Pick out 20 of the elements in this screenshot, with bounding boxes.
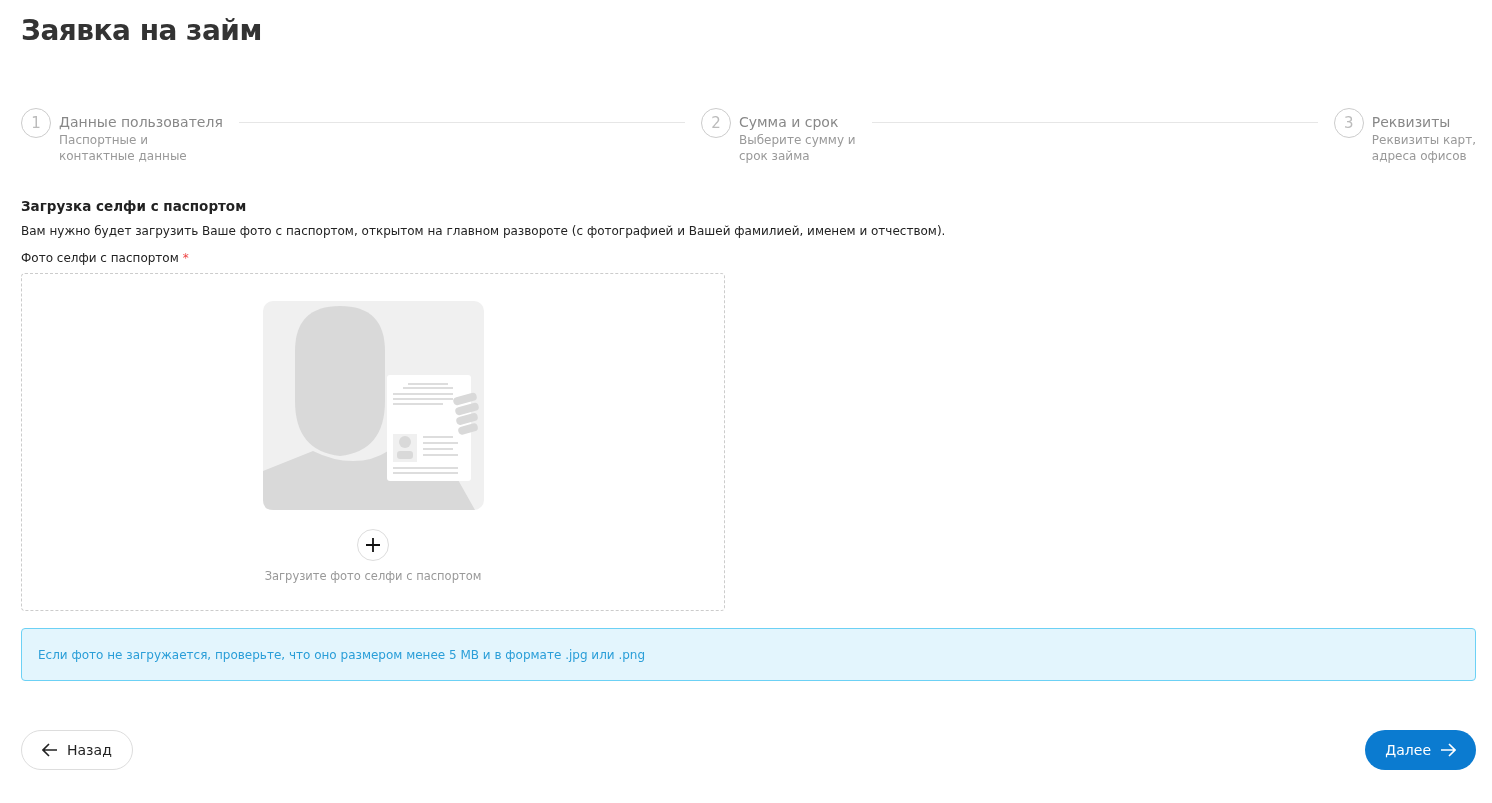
field-label: Фото селфи с паспортом <box>21 251 179 265</box>
page-title: Заявка на займ <box>21 13 263 49</box>
step-title: Реквизиты <box>1371 114 1451 130</box>
step-subtitle: Паспортные и контактные данные <box>59 132 188 164</box>
step-title: Сумма и срок <box>739 114 839 130</box>
section-description: Вам нужно будет загрузить Ваше фото с паспортом, открытом на главном развороте (с фотографией и Вашей фамилией, именем и отчеством). <box>21 224 947 238</box>
required-mark: * <box>182 251 189 265</box>
info-text: Если фото не загружается, проверьте, что оно размером менее 5 MB и в формате .jpg или .png <box>38 647 646 662</box>
arrow-left-icon <box>42 743 58 757</box>
step-subtitle: Выберите сумму и срок займа <box>739 132 856 164</box>
back-button[interactable]: Назад <box>21 730 133 770</box>
next-button[interactable]: Далее <box>1365 730 1476 770</box>
section-heading: Загрузка селфи с паспортом <box>21 198 248 214</box>
step-subtitle: Реквизиты карт, адреса офисов <box>1371 132 1476 164</box>
upload-hint: Загрузите фото селфи с паспортом <box>264 569 482 583</box>
arrow-right-icon <box>1440 743 1456 757</box>
upload-area[interactable]: Загрузите фото селфи с паспортом <box>21 273 725 611</box>
step-title: Данные пользователя <box>59 114 223 130</box>
add-photo-button[interactable] <box>357 529 389 561</box>
plus-icon <box>366 538 380 552</box>
